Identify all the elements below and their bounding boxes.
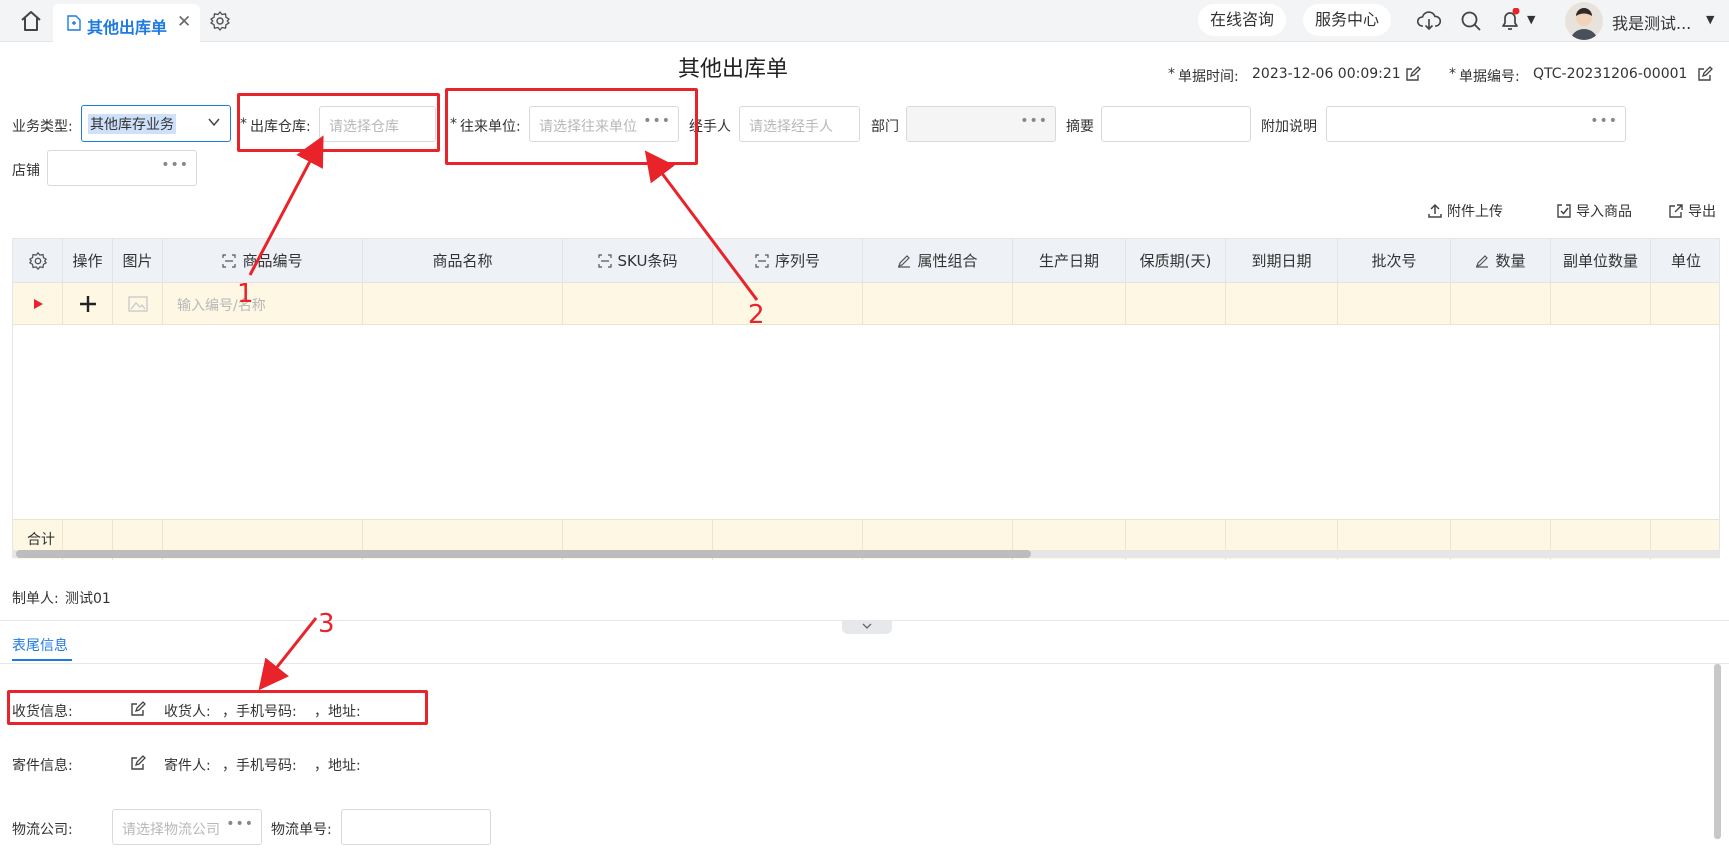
annotation-number-3: 3 [318, 609, 335, 639]
annotation-arrows [248, 135, 759, 691]
annotation-number-1: 1 [237, 279, 254, 309]
annotation-number-2: 2 [748, 300, 765, 330]
